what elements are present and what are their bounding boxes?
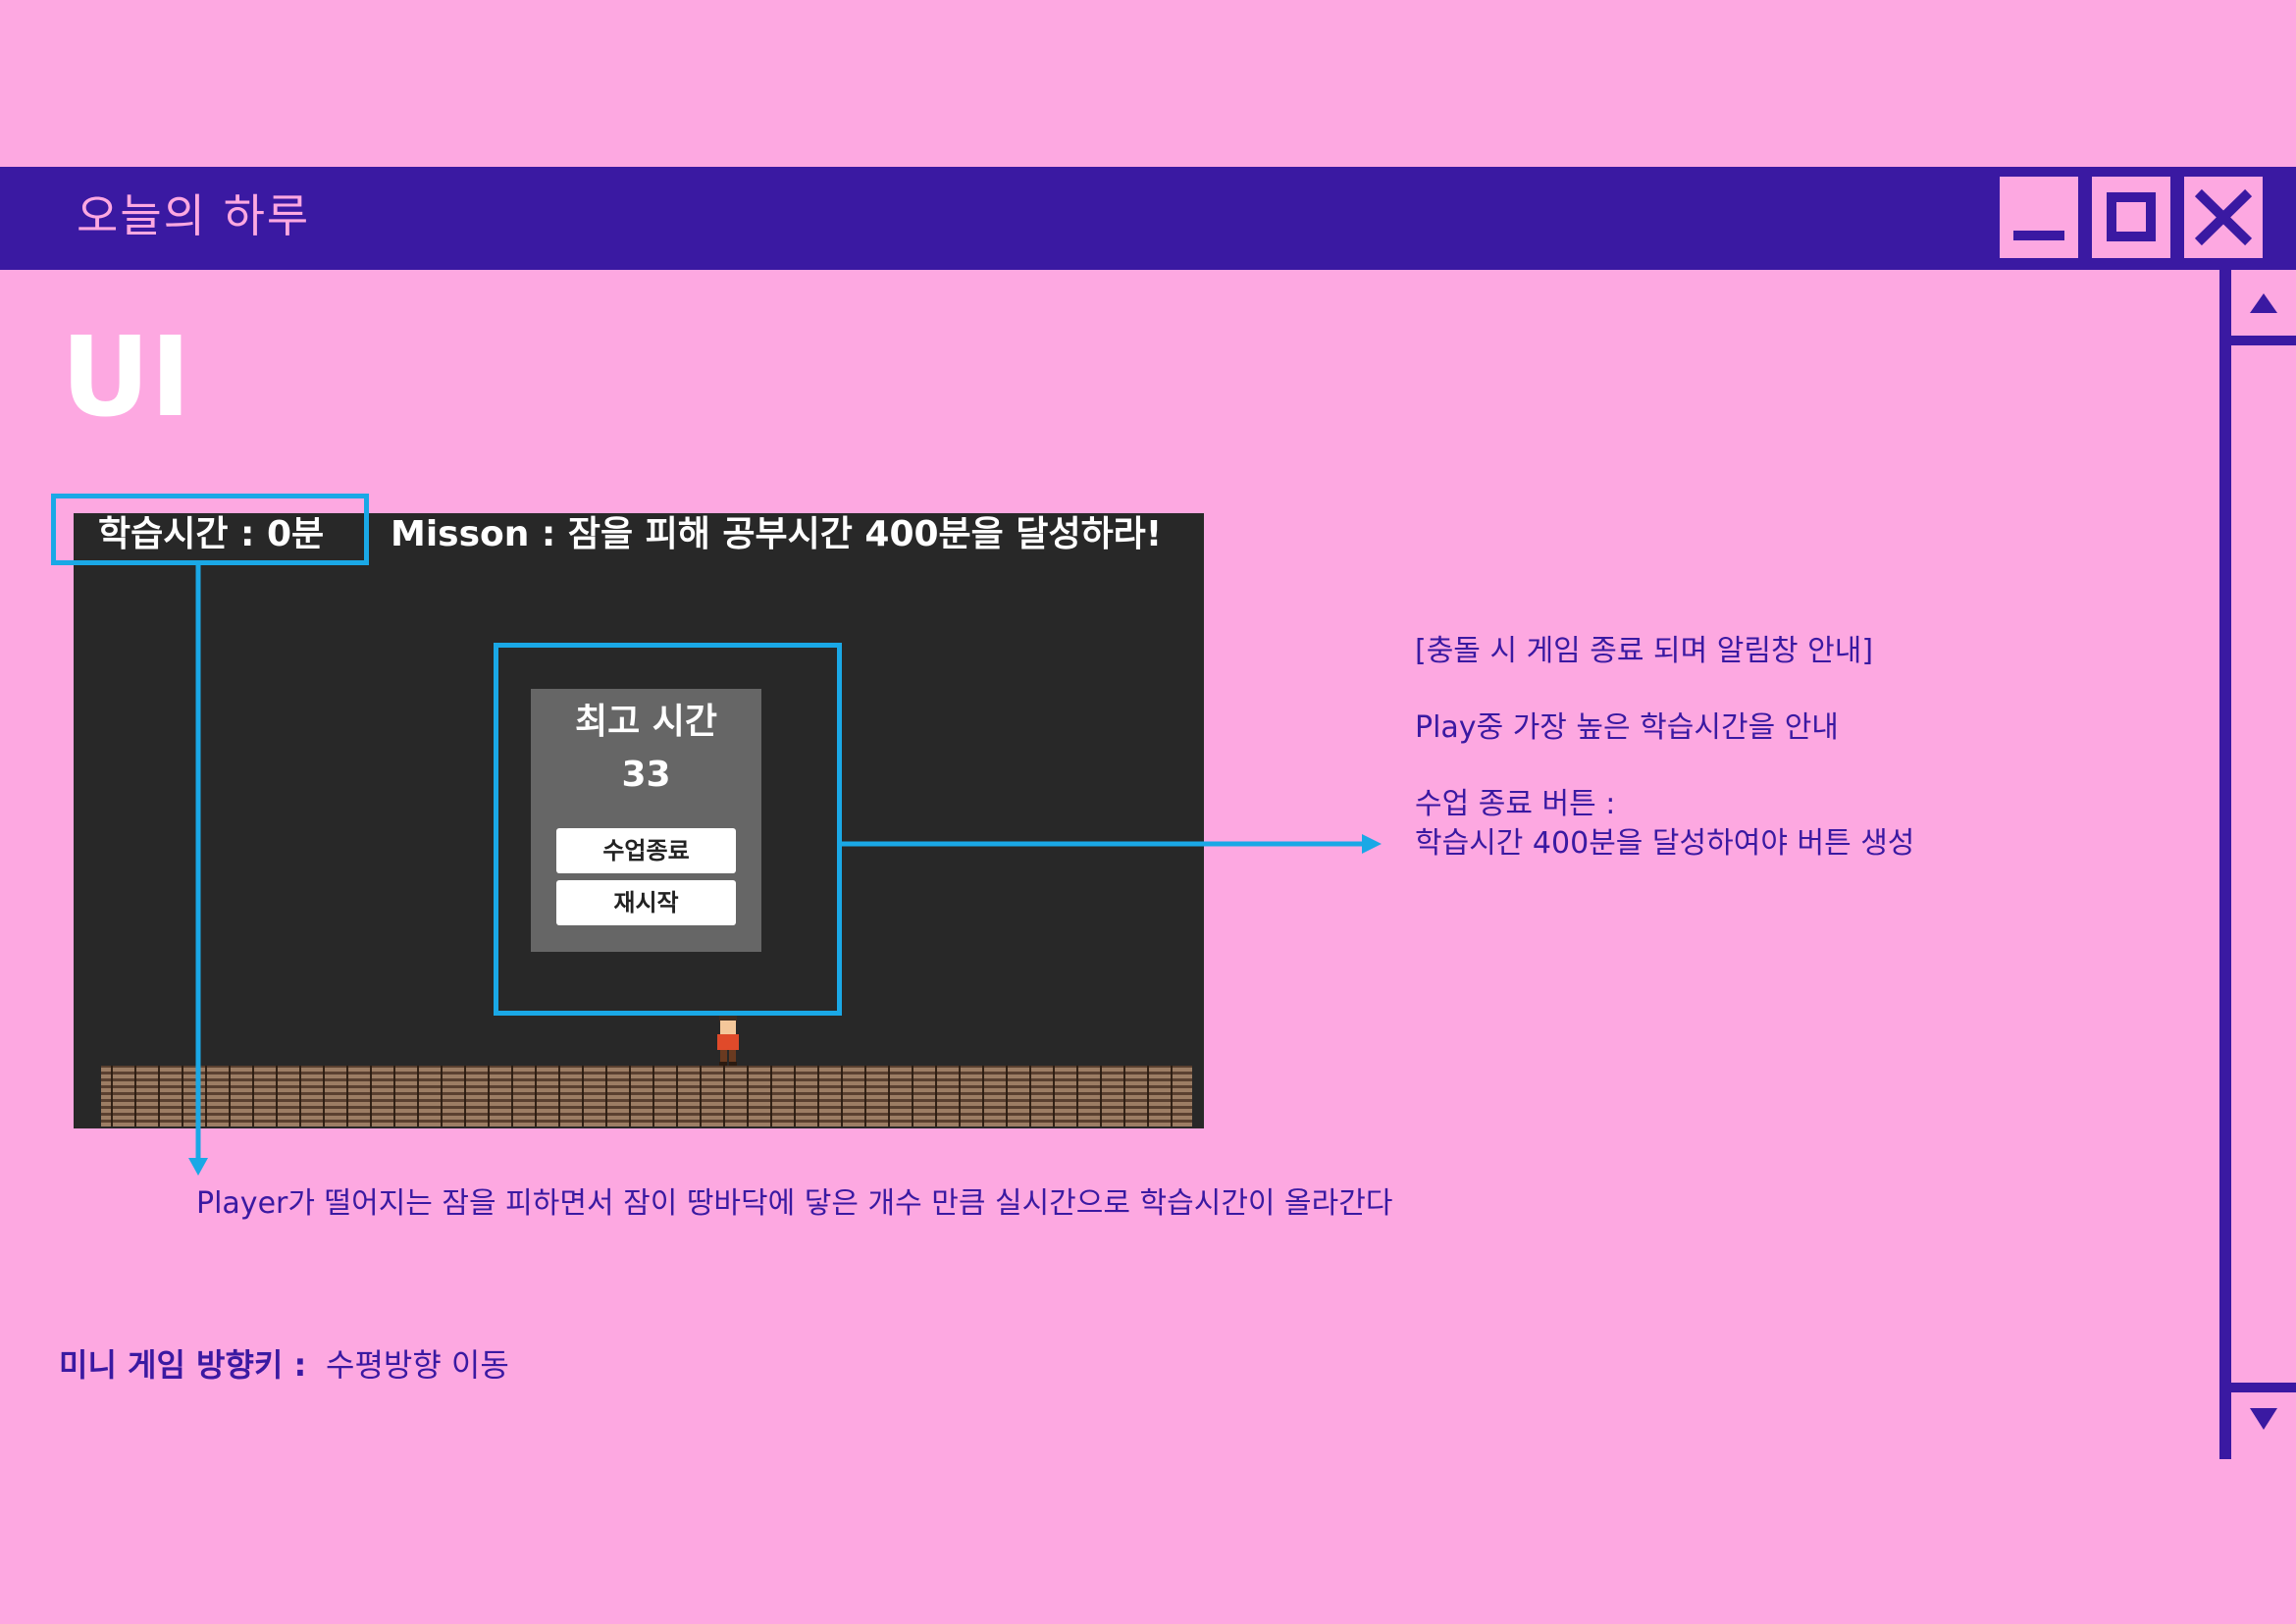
- hud-connector-arrowhead: [188, 1158, 208, 1176]
- note-popup-header: [충돌 시 게임 종료 되며 알림창 안내]: [1415, 634, 1874, 668]
- popup-connector-arrowhead: [1362, 834, 1382, 854]
- note-popup-end-title: 수업 종료 버튼 :: [1415, 787, 1616, 821]
- note-popup-end-detail: 학습시간 400분을 달성하여야 버튼 생성: [1415, 826, 1915, 861]
- note-hud-time: Player가 떨어지는 잠을 피하면서 잠이 땅바닥에 닿은 개수 만큼 실시…: [196, 1186, 1393, 1221]
- footer-text: 수평방향 이동: [326, 1346, 509, 1384]
- note-popup-best: Play중 가장 높은 학습시간을 안내: [1415, 710, 1839, 745]
- footer-label: 미니 게임 방향키 :: [59, 1346, 307, 1384]
